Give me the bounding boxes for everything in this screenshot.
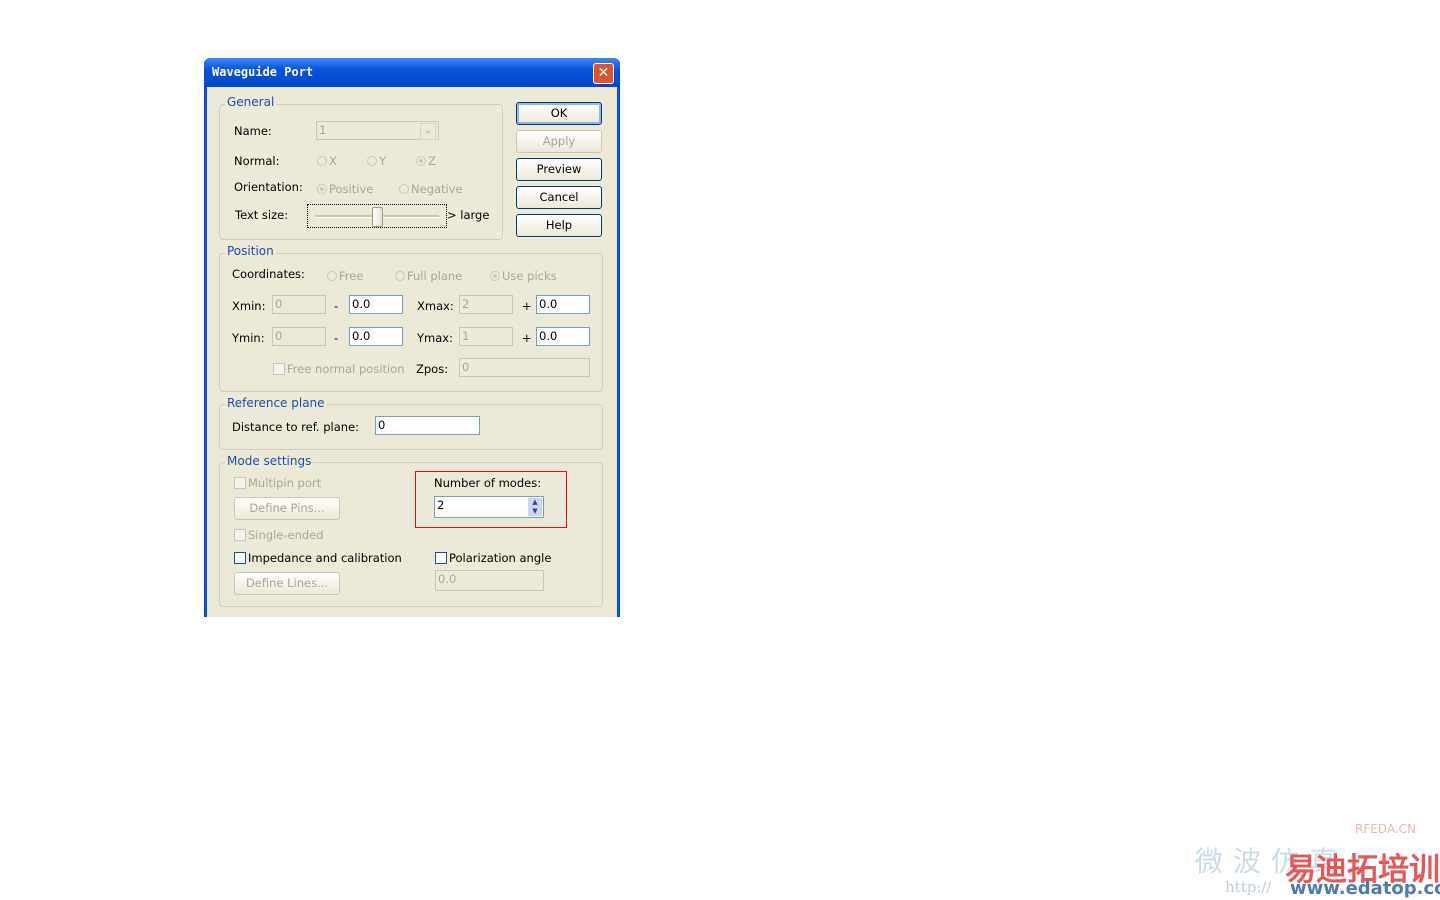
name-value: 1	[319, 123, 327, 137]
ymax-offset-field[interactable]: 0.0	[536, 327, 590, 346]
normal-y-radio[interactable]: Y	[367, 154, 386, 168]
plus-sign: +	[522, 299, 532, 313]
position-legend: Position	[225, 244, 276, 258]
text-size-suffix: > large	[447, 208, 490, 222]
orientation-label: Orientation:	[234, 180, 303, 194]
orientation-positive-radio[interactable]: Positive	[317, 182, 373, 196]
checkbox-label: Free normal position	[287, 362, 405, 376]
normal-z-radio[interactable]: Z	[416, 154, 436, 168]
text-size-label: Text size:	[235, 208, 289, 222]
checkbox-label: Single-ended	[248, 528, 324, 542]
polarization-angle-field[interactable]: 0.0	[435, 570, 544, 591]
multipin-port-checkbox[interactable]: Multipin port	[234, 476, 321, 490]
coordinates-free-radio[interactable]: Free	[327, 269, 363, 283]
xmin-offset-field[interactable]: 0.0	[349, 295, 403, 314]
checkbox-label: Impedance and calibration	[248, 551, 402, 565]
minus-sign: -	[334, 299, 339, 313]
xmax-label: Xmax:	[417, 299, 454, 313]
name-select[interactable]: 1 ⌄	[316, 121, 439, 140]
xmin-label: Xmin:	[232, 299, 266, 313]
ok-button[interactable]: OK	[516, 102, 602, 125]
help-button[interactable]: Help	[516, 214, 602, 237]
radio-label: X	[329, 154, 337, 168]
define-pins-button[interactable]: Define Pins...	[234, 497, 340, 520]
number-of-modes-label: Number of modes:	[434, 476, 542, 490]
distance-field[interactable]: 0	[375, 416, 480, 435]
reference-plane-legend: Reference plane	[225, 396, 327, 410]
cancel-button[interactable]: Cancel	[516, 186, 602, 209]
slider-thumb[interactable]	[372, 207, 383, 227]
zpos-field[interactable]: 0	[459, 358, 590, 377]
impedance-calibration-checkbox[interactable]: Impedance and calibration	[234, 551, 402, 565]
radio-label: Full plane	[407, 269, 463, 283]
distance-label: Distance to ref. plane:	[232, 420, 359, 434]
waveguide-port-dialog: Waveguide Port ✕ General Name: 1 ⌄ Normal…	[204, 58, 620, 617]
general-legend: General	[225, 95, 277, 109]
radio-label: Free	[339, 269, 364, 283]
coordinates-use-picks-radio[interactable]: Use picks	[490, 269, 557, 283]
normal-x-radio[interactable]: X	[317, 154, 337, 168]
ymin-offset-field[interactable]: 0.0	[349, 327, 403, 346]
zpos-label: Zpos:	[416, 362, 449, 376]
apply-button[interactable]: Apply	[516, 130, 602, 153]
spin-down-icon[interactable]: ▼	[528, 507, 542, 516]
polarization-angle-checkbox[interactable]: Polarization angle	[435, 551, 551, 565]
radio-label: Z	[428, 154, 436, 168]
mode-settings-legend: Mode settings	[225, 454, 314, 468]
radio-label: Y	[379, 154, 387, 168]
spin-up-icon[interactable]: ▲	[528, 498, 542, 507]
orientation-negative-radio[interactable]: Negative	[399, 182, 463, 196]
dialog-body: General Name: 1 ⌄ Normal: X Y Z Orientati…	[207, 87, 617, 617]
watermark-http: http://	[1225, 878, 1272, 896]
define-lines-button[interactable]: Define Lines...	[234, 572, 340, 595]
ymax-label: Ymax:	[417, 331, 453, 345]
ymin-field[interactable]: 0	[272, 327, 326, 346]
normal-label: Normal:	[234, 154, 280, 168]
plus-sign: +	[522, 331, 532, 345]
radio-label: Negative	[411, 182, 463, 196]
name-label: Name:	[234, 124, 272, 138]
radio-label: Use picks	[502, 269, 557, 283]
watermark-logo: 微波仿真 RFEDA.CN 易迪拓培训 http:// www.edatop.c…	[1185, 808, 1440, 900]
radio-label: Positive	[329, 182, 374, 196]
chevron-down-icon: ⌄	[420, 123, 436, 140]
watermark-site: RFEDA.CN	[1355, 822, 1417, 836]
watermark-url: www.edatop.com	[1290, 878, 1440, 899]
ymax-field[interactable]: 1	[459, 327, 513, 346]
close-button[interactable]: ✕	[593, 63, 614, 84]
text-size-slider[interactable]	[307, 204, 447, 228]
xmax-field[interactable]: 2	[459, 295, 513, 314]
checkbox-label: Multipin port	[248, 476, 322, 490]
checkbox-label: Polarization angle	[449, 551, 552, 565]
ymin-label: Ymin:	[232, 331, 265, 345]
preview-button[interactable]: Preview	[516, 158, 602, 181]
minus-sign: -	[334, 331, 339, 345]
coordinates-full-plane-radio[interactable]: Full plane	[395, 269, 462, 283]
coordinates-label: Coordinates:	[232, 267, 305, 281]
number-of-modes-value: 2	[437, 498, 445, 512]
single-ended-checkbox[interactable]: Single-ended	[234, 528, 324, 542]
xmin-field[interactable]: 0	[272, 295, 326, 314]
free-normal-position-checkbox[interactable]: Free normal position	[273, 362, 405, 376]
xmax-offset-field[interactable]: 0.0	[536, 295, 590, 314]
title-bar[interactable]: Waveguide Port	[204, 58, 620, 87]
number-of-modes-spinner[interactable]: 2 ▲ ▼	[434, 496, 544, 518]
